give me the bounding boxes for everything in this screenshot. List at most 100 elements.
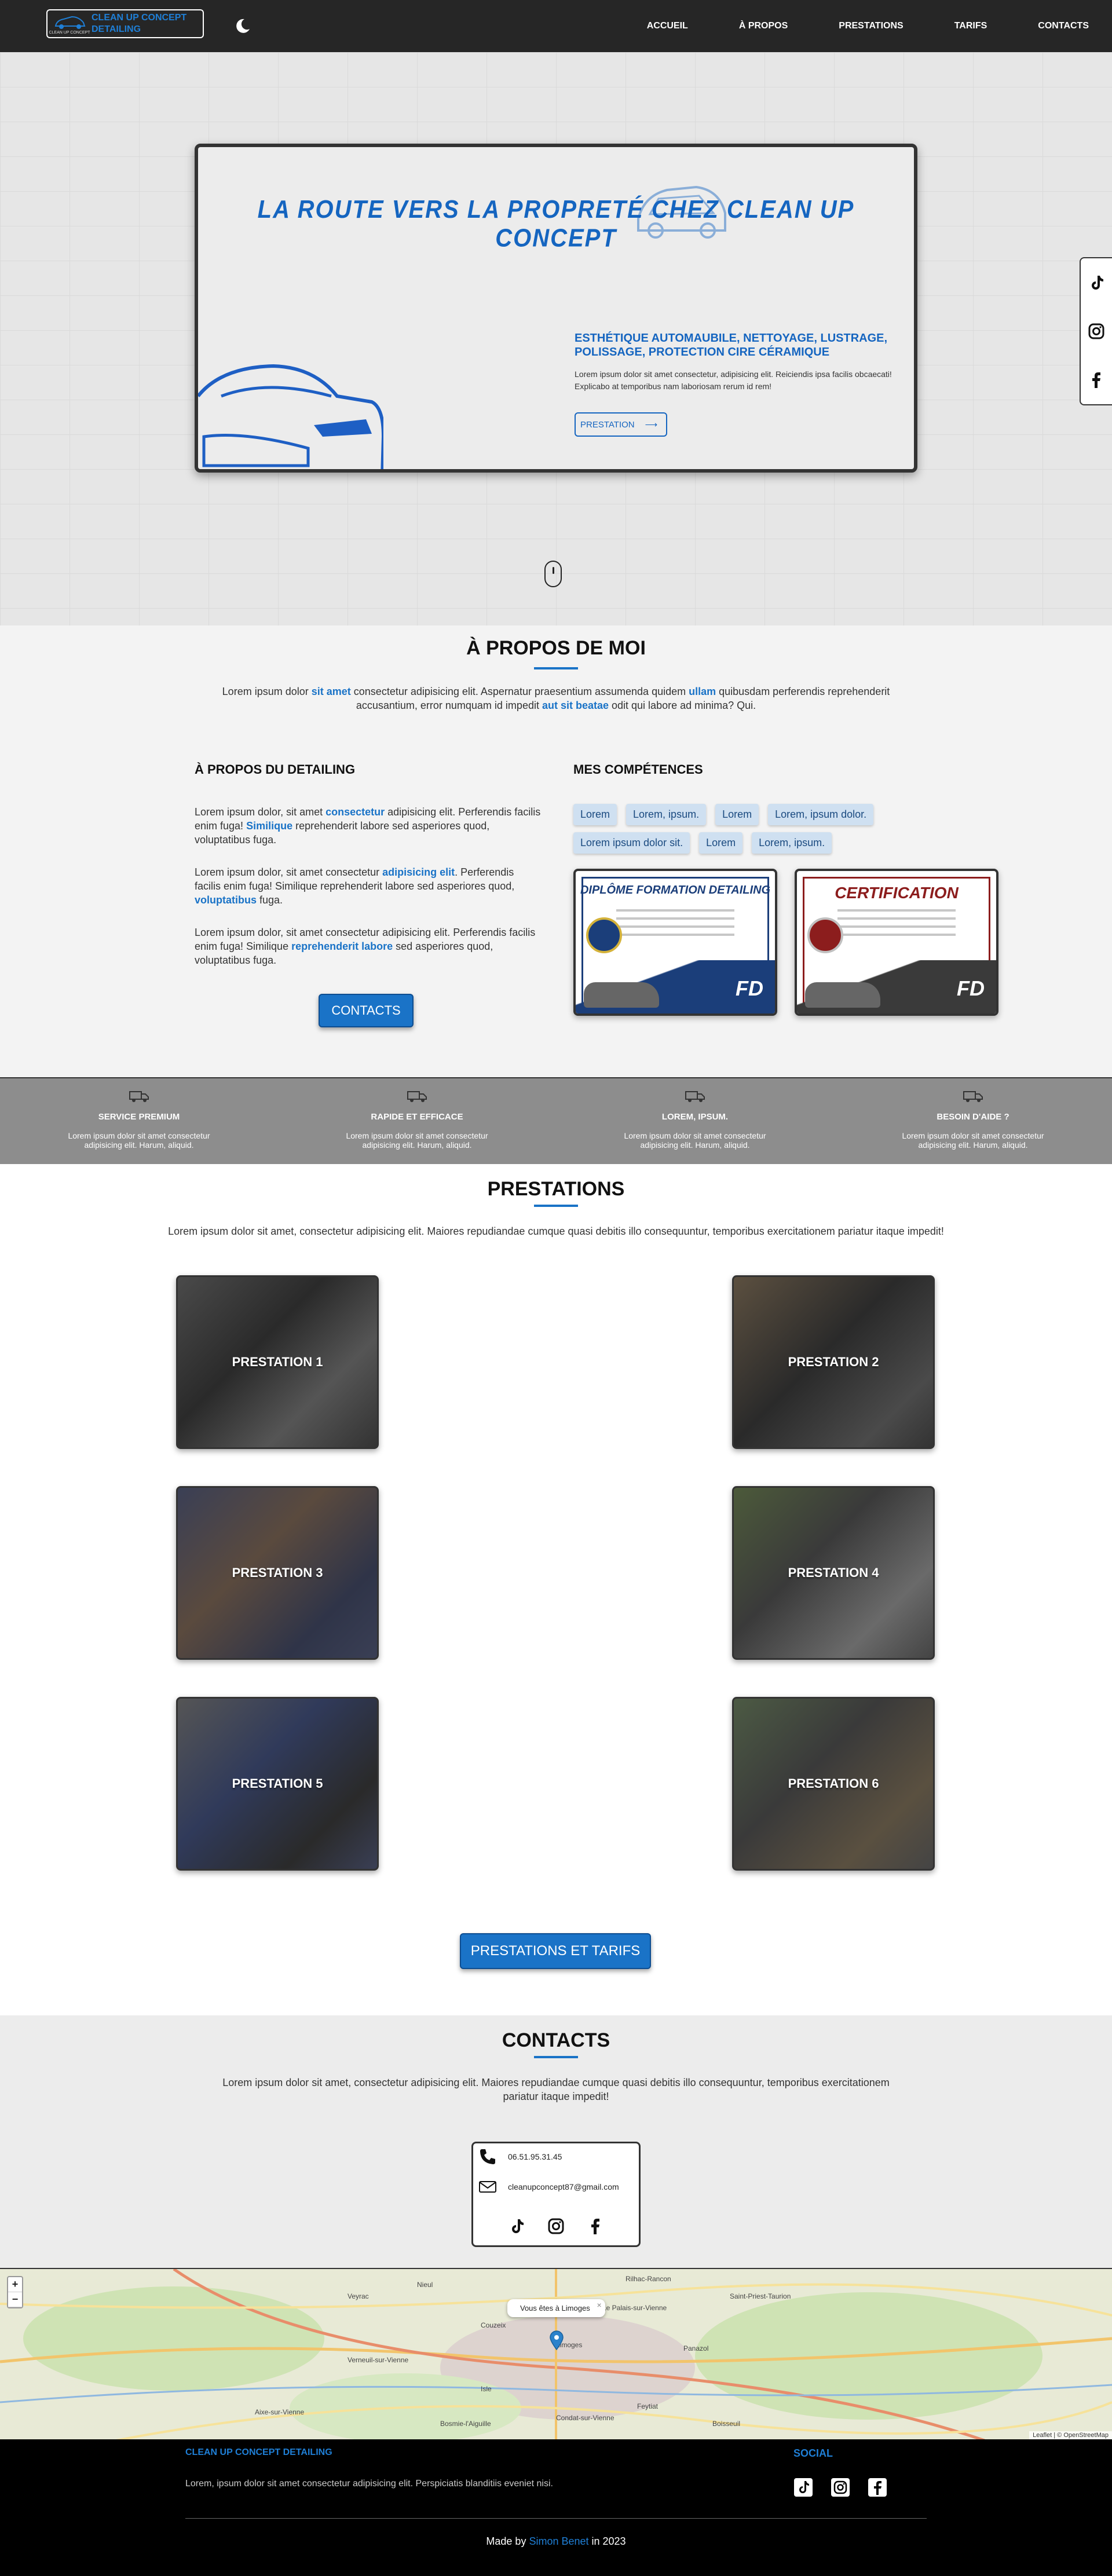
para-highlight: Similique bbox=[246, 820, 293, 832]
truck-icon bbox=[407, 1091, 427, 1102]
zoom-in-button[interactable]: + bbox=[8, 2277, 22, 2292]
nav-link-a-propos[interactable]: À PROPOS bbox=[739, 21, 788, 31]
feature-text: Lorem ipsum dolor sit amet consectetur a… bbox=[902, 1131, 1044, 1150]
feature-title: BESOIN D'AIDE ? bbox=[937, 1112, 1009, 1122]
logo-tiny-text: CLEAN UP CONCEPT bbox=[49, 30, 90, 35]
contact-social-links bbox=[473, 2216, 639, 2236]
map-marker-icon[interactable] bbox=[549, 2330, 564, 2350]
diploma-title: DIPLÔME FORMATION DETAILING bbox=[580, 884, 771, 897]
certification-image[interactable]: CERTIFICATION FD bbox=[795, 869, 998, 1016]
skill-tag: Lorem bbox=[573, 804, 617, 825]
intro-highlight: sit amet bbox=[311, 686, 351, 697]
prestations-tarifs-button[interactable]: PRESTATIONS ET TARIFS bbox=[460, 1933, 651, 1969]
prestation-button-label: PRESTATION bbox=[580, 419, 635, 430]
footer-social-links bbox=[793, 2478, 887, 2497]
nav-link-tarifs[interactable]: TARIFS bbox=[954, 21, 987, 31]
map-zoom-control: + − bbox=[7, 2276, 23, 2308]
nav-link-contacts[interactable]: CONTACTS bbox=[1038, 21, 1089, 31]
phone-icon bbox=[480, 2149, 495, 2164]
detailing-paragraph-1: Lorem ipsum dolor, sit amet consectetur … bbox=[195, 805, 542, 847]
footer-brand: CLEAN UP CONCEPT DETAILING bbox=[185, 2447, 332, 2457]
email-icon bbox=[479, 2181, 496, 2193]
skill-tag: Lorem ipsum dolor sit. bbox=[573, 832, 690, 854]
prestation-card-2[interactable]: PRESTATION 2 bbox=[732, 1275, 935, 1449]
about-intro: Lorem ipsum dolor sit amet consectetur a… bbox=[209, 685, 904, 712]
skill-tag: Lorem, ipsum dolor. bbox=[768, 804, 874, 825]
footer-divider bbox=[185, 2518, 927, 2519]
para-text: fuga. bbox=[257, 894, 283, 906]
prestation-card-1[interactable]: PRESTATION 1 bbox=[176, 1275, 379, 1449]
map-city-label: Veyrac bbox=[348, 2292, 369, 2300]
title-underline bbox=[534, 667, 578, 669]
dark-mode-moon-icon[interactable] bbox=[233, 16, 253, 36]
contact-card: 06.51.95.31.45 cleanupconcept87@gmail.co… bbox=[471, 2142, 641, 2247]
navbar: CLEAN UP CONCEPT CLEAN UP CONCEPT DETAIL… bbox=[0, 0, 1112, 52]
para-highlight: reprehenderit labore bbox=[291, 941, 393, 952]
tiktok-icon[interactable] bbox=[1087, 273, 1106, 292]
car-logo-icon bbox=[54, 16, 86, 29]
fd-logo: FD bbox=[736, 976, 763, 1000]
map-city-label: Condat-sur-Vienne bbox=[556, 2414, 614, 2422]
facebook-icon[interactable] bbox=[1087, 370, 1106, 390]
close-icon[interactable]: × bbox=[597, 2300, 602, 2310]
feature-text: Lorem ipsum dolor sit amet consectetur a… bbox=[346, 1131, 488, 1150]
seal-icon bbox=[586, 917, 622, 953]
certification-title: CERTIFICATION bbox=[835, 884, 959, 902]
nav-link-accueil[interactable]: ACCUEIL bbox=[647, 21, 688, 31]
instagram-icon[interactable] bbox=[546, 2216, 566, 2236]
map-city-label: Nieul bbox=[417, 2281, 433, 2289]
instagram-icon[interactable] bbox=[1087, 321, 1106, 341]
map-city-label: Aixe-sur-Vienne bbox=[255, 2408, 305, 2416]
intro-text: odit qui labore ad minima? Qui. bbox=[609, 700, 756, 711]
feature-item: LOREM, IPSUM. Lorem ipsum dolor sit amet… bbox=[556, 1078, 834, 1164]
hero-card: LA ROUTE VERS LA PROPRETÉ CHEZ CLEAN UP … bbox=[195, 144, 917, 473]
map-city-label: Isle bbox=[481, 2385, 492, 2393]
prestation-button[interactable]: PRESTATION ⟶ bbox=[575, 412, 667, 437]
phone-row[interactable]: 06.51.95.31.45 bbox=[478, 2147, 562, 2167]
prestation-card-4[interactable]: PRESTATION 4 bbox=[732, 1486, 935, 1660]
para-text: Lorem ipsum dolor, sit amet consectetur bbox=[195, 866, 383, 878]
scroll-mouse-icon[interactable] bbox=[544, 561, 562, 587]
feature-item: SERVICE PREMIUM Lorem ipsum dolor sit am… bbox=[0, 1078, 278, 1164]
feature-item: BESOIN D'AIDE ? Lorem ipsum dolor sit am… bbox=[834, 1078, 1112, 1164]
instagram-icon[interactable] bbox=[831, 2478, 850, 2497]
contacts-button[interactable]: CONTACTS bbox=[319, 994, 414, 1027]
prestation-label: PRESTATION 5 bbox=[232, 1776, 323, 1791]
logo-mark: CLEAN UP CONCEPT bbox=[47, 10, 92, 37]
social-sidebar bbox=[1080, 257, 1112, 405]
footer-description: Lorem, ipsum dolor sit amet consectetur … bbox=[185, 2479, 553, 2489]
title-underline bbox=[534, 2056, 578, 2058]
map-popup-text: Vous êtes à Limoges bbox=[520, 2304, 590, 2312]
facebook-icon[interactable] bbox=[868, 2478, 887, 2497]
cert-text-lines bbox=[837, 909, 956, 942]
prestations-section: PRESTATIONS Lorem ipsum dolor sit amet, … bbox=[0, 1164, 1112, 2015]
nav-link-prestations[interactable]: PRESTATIONS bbox=[839, 21, 903, 31]
intro-text: Lorem ipsum dolor bbox=[222, 686, 312, 697]
tiktok-icon[interactable] bbox=[793, 2478, 813, 2497]
seal-icon bbox=[807, 917, 843, 953]
zoom-out-button[interactable]: − bbox=[8, 2292, 22, 2307]
map-attribution[interactable]: Leaflet | © OpenStreetMap bbox=[1029, 2431, 1112, 2439]
author-link[interactable]: Simon Benet bbox=[529, 2535, 588, 2547]
intro-text: consectetur adipisicing elit. Aspernatur… bbox=[350, 686, 689, 697]
logo-line-2: DETAILING bbox=[92, 24, 141, 34]
intro-highlight: ullam bbox=[689, 686, 716, 697]
logo[interactable]: CLEAN UP CONCEPT CLEAN UP CONCEPT DETAIL… bbox=[46, 9, 204, 38]
car-front-icon bbox=[198, 364, 383, 469]
email-row[interactable]: cleanupconcept87@gmail.com bbox=[478, 2177, 619, 2197]
facebook-icon[interactable] bbox=[586, 2216, 605, 2236]
prestation-card-3[interactable]: PRESTATION 3 bbox=[176, 1486, 379, 1660]
prestation-card-6[interactable]: PRESTATION 6 bbox=[732, 1697, 935, 1871]
para-highlight: consectetur bbox=[325, 806, 385, 818]
tiktok-icon[interactable] bbox=[507, 2216, 526, 2236]
truck-icon bbox=[963, 1091, 983, 1102]
contacts-section: CONTACTS Lorem ipsum dolor sit amet, con… bbox=[0, 2015, 1112, 2268]
map-city-label: Boisseuil bbox=[712, 2420, 741, 2428]
diploma-image[interactable]: DIPLÔME FORMATION DETAILING FD bbox=[573, 869, 777, 1016]
para-text: Lorem ipsum dolor, sit amet bbox=[195, 806, 326, 818]
map[interactable]: Limoges Isle Couzeix Panazol Feytiat Le … bbox=[0, 2268, 1112, 2439]
feature-text: Lorem ipsum dolor sit amet consectetur a… bbox=[68, 1131, 210, 1150]
feature-title: SERVICE PREMIUM bbox=[98, 1112, 180, 1122]
prestation-card-5[interactable]: PRESTATION 5 bbox=[176, 1697, 379, 1871]
detailing-paragraph-2: Lorem ipsum dolor, sit amet consectetur … bbox=[195, 865, 542, 907]
